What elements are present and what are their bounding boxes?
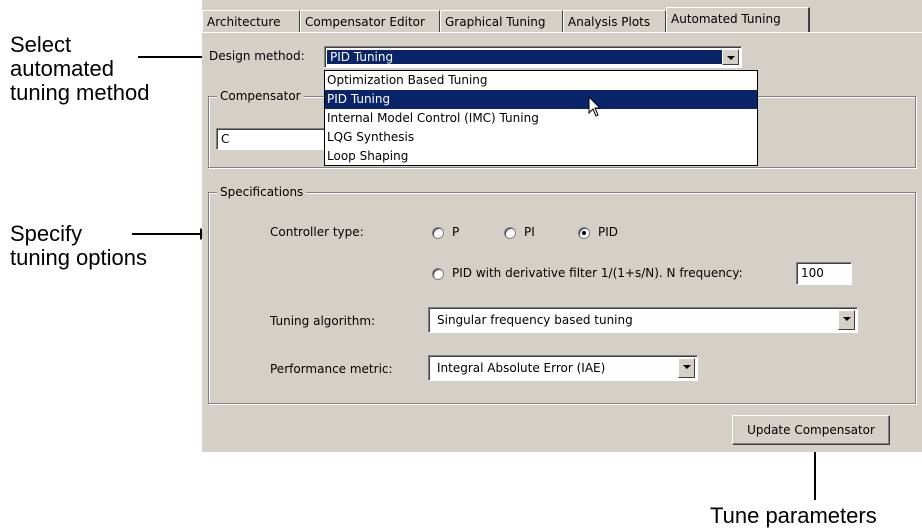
chevron-down-icon[interactable] bbox=[678, 358, 695, 378]
tab-compensator-editor[interactable]: Compensator Editor bbox=[300, 10, 440, 32]
tab-architecture[interactable]: Architecture bbox=[202, 10, 300, 32]
dropdown-option-lqg[interactable]: LQG Synthesis bbox=[325, 128, 757, 147]
chevron-down-icon[interactable] bbox=[838, 310, 855, 330]
radio-pid-filter[interactable] bbox=[432, 268, 444, 280]
mouse-cursor-icon bbox=[588, 96, 602, 117]
annotation-line: tuning options bbox=[10, 245, 147, 270]
design-method-label: Design method: bbox=[209, 49, 305, 63]
annotation-select-method: Select automated tuning method bbox=[10, 33, 149, 105]
compensator-group-title: Compensator bbox=[217, 89, 304, 103]
tuning-algorithm-label: Tuning algorithm: bbox=[270, 314, 376, 328]
tuning-algorithm-value: Singular frequency based tuning bbox=[437, 313, 633, 327]
performance-metric-value: Integral Absolute Error (IAE) bbox=[437, 361, 606, 375]
radio-pid[interactable] bbox=[578, 227, 590, 239]
arrow-to-update-button bbox=[809, 438, 821, 500]
radio-pid-label: PID bbox=[598, 225, 619, 239]
specifications-group-title: Specifications bbox=[217, 185, 307, 199]
dropdown-option-optimization[interactable]: Optimization Based Tuning bbox=[325, 71, 757, 90]
tuning-algorithm-select[interactable]: Singular frequency based tuning bbox=[428, 307, 858, 333]
design-method-value: PID Tuning bbox=[327, 50, 726, 64]
radio-pid-filter-label: PID with derivative filter 1/(1+s/N). N … bbox=[452, 266, 743, 280]
design-method-dropdown: Optimization Based Tuning PID Tuning Int… bbox=[324, 70, 758, 166]
radio-pi[interactable] bbox=[504, 227, 516, 239]
dropdown-option-pid[interactable]: PID Tuning bbox=[325, 90, 757, 109]
radio-p[interactable] bbox=[432, 227, 444, 239]
annotation-line: automated bbox=[10, 56, 114, 81]
annotation-tune-parameters: Tune parameters bbox=[710, 503, 877, 528]
n-frequency-field[interactable]: 100 bbox=[796, 262, 852, 285]
tab-graphical-tuning[interactable]: Graphical Tuning bbox=[440, 10, 563, 32]
radio-p-label: P bbox=[452, 225, 460, 239]
dropdown-option-loop-shaping[interactable]: Loop Shaping bbox=[325, 147, 757, 166]
annotation-line: tuning method bbox=[10, 80, 150, 105]
arrow-to-design-method bbox=[138, 51, 212, 63]
radio-pi-label: PI bbox=[524, 225, 535, 239]
automated-tuning-panel: Architecture Compensator Editor Graphica… bbox=[202, 0, 922, 452]
performance-metric-label: Performance metric: bbox=[270, 362, 393, 376]
annotation-specify-options: Specify tuning options bbox=[10, 222, 147, 270]
performance-metric-select[interactable]: Integral Absolute Error (IAE) bbox=[428, 355, 698, 381]
compensator-field[interactable]: C bbox=[216, 128, 336, 150]
dropdown-option-imc[interactable]: Internal Model Control (IMC) Tuning bbox=[325, 109, 757, 128]
update-compensator-button[interactable]: Update Compensator bbox=[732, 415, 890, 445]
annotation-line: Select bbox=[10, 32, 72, 57]
design-method-select[interactable]: PID Tuning bbox=[324, 46, 742, 68]
controller-type-label: Controller type: bbox=[270, 225, 364, 239]
chevron-down-icon[interactable] bbox=[722, 49, 739, 65]
annotation-line: Specify bbox=[10, 221, 83, 246]
tab-automated-tuning[interactable]: Automated Tuning bbox=[666, 7, 810, 33]
tab-analysis-plots[interactable]: Analysis Plots bbox=[563, 10, 666, 32]
tab-strip-divider bbox=[202, 32, 922, 33]
arrow-to-specifications bbox=[132, 228, 210, 240]
